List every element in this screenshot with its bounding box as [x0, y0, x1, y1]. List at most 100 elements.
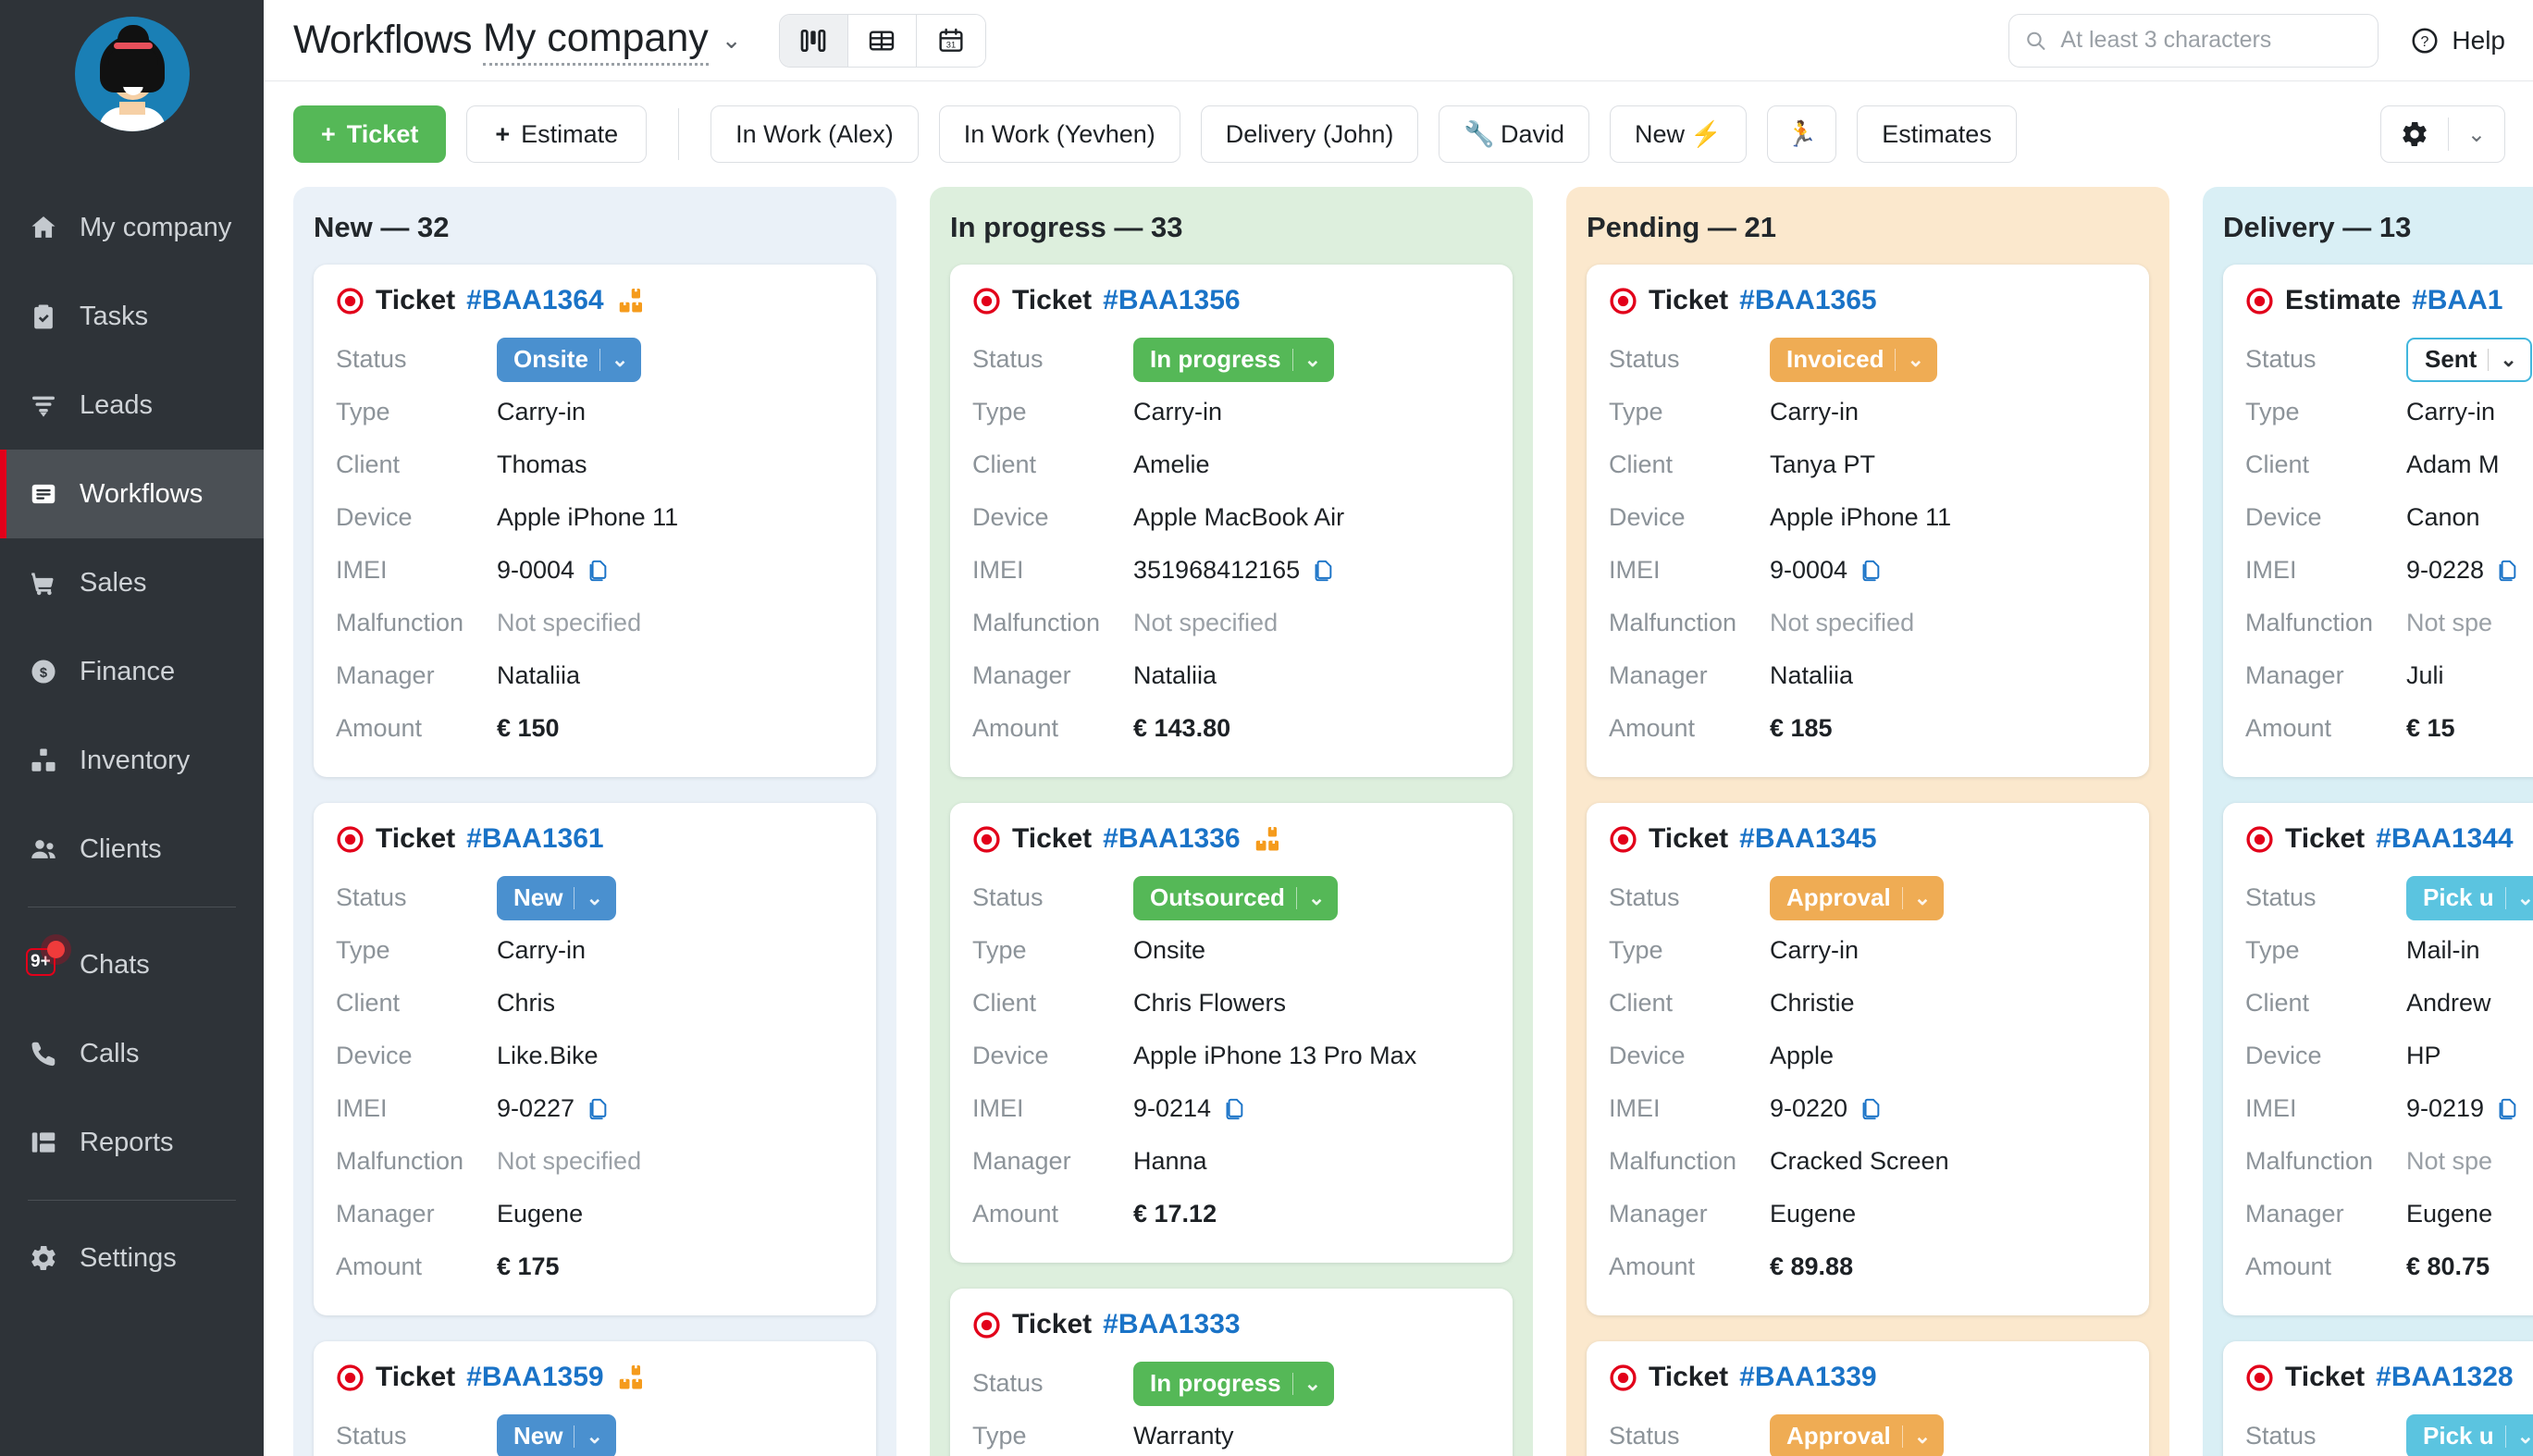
- sidebar-item-chats[interactable]: 9+ Chats: [0, 920, 264, 1009]
- filter-chip-new[interactable]: New ⚡: [1610, 105, 1747, 163]
- ticket-card[interactable]: Ticket#BAA1328StatusPick u⌄TypeMail-in: [2223, 1341, 2533, 1456]
- ticket-card[interactable]: Ticket #BAA1361 Status New ⌄ Type Carry-in Clie…: [314, 803, 876, 1315]
- board-icon: [28, 478, 59, 510]
- column-title: Delivery — 13: [2223, 211, 2412, 243]
- status-dropdown[interactable]: New ⌄: [497, 1413, 616, 1456]
- ticket-card[interactable]: Ticket #BAA1345 Status Approval ⌄ Type Carry-i…: [1587, 803, 2149, 1315]
- card-number-link[interactable]: #BAA1361: [466, 823, 603, 855]
- card-number-link[interactable]: #BAA1333: [1103, 1309, 1240, 1340]
- copy-icon[interactable]: [2495, 1097, 2519, 1121]
- ticket-card[interactable]: Ticket#BAA1339StatusApproval⌄TypeOnsite: [1587, 1341, 2149, 1456]
- ticket-card[interactable]: Ticket #BAA1356 Status In progress ⌄ Type Carr…: [950, 265, 1513, 777]
- add-ticket-button[interactable]: + Ticket: [293, 105, 447, 163]
- status-dropdown[interactable]: Pick u ⌄: [2406, 1413, 2533, 1456]
- tab-kanban-view[interactable]: [779, 14, 848, 67]
- chevron-down-icon[interactable]: ⌄: [2517, 1425, 2533, 1449]
- board-settings-button[interactable]: ⌄: [2379, 105, 2505, 163]
- card-number-link[interactable]: #BAA1345: [1739, 823, 1876, 855]
- card-number-link[interactable]: #BAA1339: [1739, 1362, 1876, 1393]
- status-dropdown[interactable]: Approval ⌄: [1770, 875, 1945, 920]
- status-dropdown[interactable]: Pick u ⌄: [2406, 875, 2533, 920]
- help-button[interactable]: ? Help: [2410, 26, 2505, 56]
- chevron-down-icon[interactable]: ⌄: [612, 348, 634, 372]
- filter-chip-in-work-yevhen[interactable]: In Work (Yevhen): [938, 105, 1180, 163]
- sidebar-item-calls[interactable]: Calls: [0, 1009, 264, 1098]
- avatar[interactable]: [74, 17, 190, 131]
- status-label: Outsourced: [1150, 883, 1285, 911]
- ticket-card[interactable]: Ticket #BAA1336 Status Outsourced ⌄ Type Onsit…: [950, 803, 1513, 1263]
- ticket-card[interactable]: Ticket #BAA1364 Status Onsite ⌄ Type Carry-in C…: [314, 265, 876, 777]
- status-dropdown[interactable]: Sent ⌄: [2406, 337, 2532, 382]
- chevron-down-icon[interactable]: ⌄: [1907, 348, 1929, 372]
- copy-icon[interactable]: [1222, 1097, 1246, 1121]
- sidebar-item-leads[interactable]: Leads: [0, 361, 264, 450]
- status-dropdown[interactable]: In progress ⌄: [1133, 337, 1335, 382]
- chevron-down-icon[interactable]: ⌄: [1914, 886, 1936, 910]
- chevron-down-icon[interactable]: ⌄: [586, 886, 608, 910]
- sidebar-item-clients[interactable]: Clients: [0, 805, 264, 894]
- filter-chip-david[interactable]: 🔧 David: [1439, 105, 1590, 163]
- chevron-down-icon[interactable]: ⌄: [2449, 121, 2504, 148]
- field-value: € 185: [1770, 714, 1833, 743]
- chevron-down-icon[interactable]: ⌄: [2500, 348, 2522, 372]
- avatar-wrap: [0, 17, 264, 131]
- filter-chip-in-work-alex[interactable]: In Work (Alex): [710, 105, 919, 163]
- sidebar-item-inventory[interactable]: Inventory: [0, 716, 264, 805]
- status-dropdown[interactable]: Approval ⌄: [1770, 1413, 1945, 1456]
- card-number-link[interactable]: #BAA1356: [1103, 285, 1240, 316]
- copy-icon[interactable]: [2495, 559, 2519, 583]
- ticket-card[interactable]: Ticket #BAA1333 Status In progress ⌄ Type Warr…: [950, 1289, 1513, 1456]
- chevron-down-icon[interactable]: ⌄: [1914, 1425, 1936, 1449]
- card-number-link[interactable]: #BAA1359: [466, 1362, 603, 1393]
- copy-icon[interactable]: [586, 1097, 610, 1121]
- copy-icon[interactable]: [1311, 559, 1335, 583]
- chevron-down-icon[interactable]: ⌄: [2517, 886, 2533, 910]
- chevron-down-icon[interactable]: ⌄: [1308, 886, 1330, 910]
- sidebar-item-my-company[interactable]: My company: [0, 183, 264, 272]
- filter-chip-estimates[interactable]: Estimates: [1857, 105, 2017, 163]
- card-number-link[interactable]: #BAA1336: [1103, 823, 1240, 855]
- sidebar-item-settings[interactable]: Settings: [0, 1214, 264, 1302]
- card-number-link[interactable]: #BAA1365: [1739, 285, 1876, 316]
- field-value-text: Christie: [1770, 989, 1855, 1017]
- search-box[interactable]: [2008, 13, 2379, 68]
- chevron-down-icon[interactable]: ⌄: [586, 1425, 608, 1449]
- chevron-down-icon[interactable]: ⌄: [1304, 1372, 1327, 1396]
- ticket-card[interactable]: Ticket #BAA1344 Status Pick u ⌄ Type Mail-in Cl…: [2223, 803, 2533, 1315]
- sidebar-item-sales[interactable]: Sales: [0, 538, 264, 627]
- status-dropdown[interactable]: Onsite ⌄: [497, 337, 642, 382]
- copy-icon[interactable]: [1859, 559, 1883, 583]
- search-input[interactable]: [2060, 27, 2364, 54]
- sidebar-item-reports[interactable]: Reports: [0, 1098, 264, 1187]
- status-dropdown[interactable]: Outsourced ⌄: [1133, 875, 1339, 920]
- ticket-card[interactable]: Ticket#BAA1359StatusNew⌄TypeCarry-in: [314, 1341, 876, 1456]
- filter-chip-runner[interactable]: 🏃: [1766, 105, 1837, 163]
- field-value: Carry-in: [1770, 936, 1859, 965]
- sidebar-item-label: Workflows: [80, 478, 204, 509]
- tab-table-view[interactable]: [847, 14, 917, 67]
- add-estimate-button[interactable]: + Estimate: [466, 105, 648, 163]
- status-divider: [574, 1425, 575, 1448]
- copy-icon[interactable]: [586, 559, 610, 583]
- filter-chip-delivery-john[interactable]: Delivery (John): [1200, 105, 1419, 163]
- card-number-link[interactable]: #BAA1344: [2376, 823, 2513, 855]
- company-selector[interactable]: My company: [483, 16, 709, 66]
- card-number-link[interactable]: #BAA1: [2412, 285, 2502, 316]
- gear-icon[interactable]: [2381, 119, 2448, 149]
- field-row-amount: Amount € 185: [1609, 702, 2127, 755]
- tab-calendar-view[interactable]: 31: [916, 14, 985, 67]
- status-dropdown[interactable]: New ⌄: [497, 875, 616, 920]
- ticket-card[interactable]: Estimate #BAA1 Status Sent ⌄ Type Carry-in Clie…: [2223, 265, 2533, 777]
- status-dropdown[interactable]: In progress ⌄: [1133, 1361, 1335, 1406]
- chevron-down-icon[interactable]: ⌄: [722, 26, 742, 55]
- ticket-card[interactable]: Ticket #BAA1365 Status Invoiced ⌄ Type Carry-i…: [1587, 265, 2149, 777]
- sidebar-item-tasks[interactable]: Tasks: [0, 272, 264, 361]
- sidebar-item-workflows[interactable]: Workflows: [0, 450, 264, 538]
- copy-icon[interactable]: [1859, 1097, 1883, 1121]
- card-number-link[interactable]: #BAA1364: [466, 285, 603, 316]
- card-number-link[interactable]: #BAA1328: [2376, 1362, 2513, 1393]
- people-icon: [28, 833, 59, 865]
- status-dropdown[interactable]: Invoiced ⌄: [1770, 337, 1937, 382]
- sidebar-item-finance[interactable]: $ Finance: [0, 627, 264, 716]
- chevron-down-icon[interactable]: ⌄: [1304, 348, 1327, 372]
